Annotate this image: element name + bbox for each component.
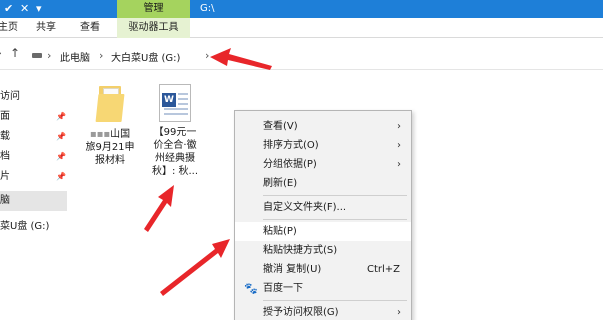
pin-icon: 📌 [56, 152, 66, 161]
breadcrumb-drive-g[interactable]: 大白菜U盘 (G:) [111, 49, 180, 64]
menu-item-sort-by[interactable]: 排序方式(O) › [235, 136, 411, 155]
address-bar[interactable]: › 此电脑 › 大白菜U盘 (G:) › [26, 44, 216, 66]
submenu-arrow-icon: › [397, 159, 401, 170]
navigation-pane: 访问 面 📌 载 📌 档 📌 片 📌 脑 菜U盘 (G:) [0, 71, 67, 320]
document-item[interactable]: W 【99元一 价全合·徽 州经典摄 秋】: 秋... [147, 84, 203, 178]
folder-icon [95, 84, 125, 124]
menu-item-label: 分组依据(P) [263, 159, 317, 170]
nav-item-label: 菜U盘 (G:) [0, 221, 50, 232]
breadcrumb-chevron-icon[interactable]: › [205, 49, 209, 62]
drive-icon [32, 53, 42, 58]
pin-icon: 📌 [56, 132, 66, 141]
nav-item-quick-access[interactable]: 访问 [0, 87, 67, 107]
quick-access-close-icon[interactable]: ✕ [20, 2, 29, 16]
menu-item-view[interactable]: 查看(V) › [235, 117, 411, 136]
folder-name-obscured: ▪▪▪ [89, 129, 111, 140]
nav-item-label: 档 [0, 151, 10, 162]
submenu-arrow-icon: › [397, 140, 401, 151]
menu-item-label: 查看(V) [263, 121, 298, 132]
up-arrow-icon[interactable]: ↑ [10, 46, 20, 60]
tab-home[interactable]: 主页 [0, 18, 18, 38]
nav-item-downloads[interactable]: 载 📌 [0, 127, 67, 147]
red-arrow-2 [144, 185, 174, 232]
menu-item-undo-copy[interactable]: 撤消 复制(U) Ctrl+Z [235, 260, 411, 279]
forward-arrow-icon[interactable]: › [0, 46, 2, 60]
submenu-arrow-icon: › [397, 121, 401, 132]
nav-item-drive-g[interactable]: 菜U盘 (G:) [0, 217, 67, 237]
breadcrumb-chevron-icon[interactable]: › [99, 49, 103, 62]
pin-icon: 📌 [56, 112, 66, 121]
menu-item-paste-shortcut[interactable]: 粘贴快捷方式(S) [235, 241, 411, 260]
menu-item-label: 自定义文件夹(F)... [263, 202, 347, 213]
window-title: G:\ [200, 3, 215, 14]
menu-item-label: 粘贴快捷方式(S) [263, 245, 338, 256]
folder-name: ▪▪▪山国 旅9月21申 报材料 [82, 128, 138, 167]
menu-separator [263, 195, 407, 196]
document-name: 【99元一 价全合·徽 州经典摄 秋】: 秋... [151, 127, 199, 177]
manage-contextual-tab[interactable]: 管理 [117, 0, 190, 18]
menu-separator [263, 300, 407, 301]
menu-item-label: 刷新(E) [263, 178, 298, 189]
baidu-paw-icon: 🐾 [244, 282, 258, 295]
title-bar: ✔ ✕ ▾ 管理 G:\ [0, 0, 603, 18]
red-arrow-3 [160, 239, 230, 296]
menu-item-label: 百度一下 [263, 283, 303, 294]
nav-item-label: 面 [0, 111, 10, 122]
tab-view[interactable]: 查看 [80, 18, 100, 38]
ribbon-tab-bar: 主页 共享 查看 驱动器工具 [0, 18, 603, 38]
address-row: › ↑ › 此电脑 › 大白菜U盘 (G:) › [0, 39, 603, 70]
word-document-icon: W [159, 84, 191, 122]
tab-share[interactable]: 共享 [36, 18, 56, 38]
menu-item-shortcut: Ctrl+Z [367, 264, 401, 275]
nav-item-this-pc[interactable]: 脑 [0, 191, 67, 211]
nav-item-label: 载 [0, 131, 10, 142]
tab-drive-tools[interactable]: 驱动器工具 [117, 18, 190, 38]
nav-item-desktop[interactable]: 面 📌 [0, 107, 67, 127]
breadcrumb-this-pc[interactable]: 此电脑 [60, 49, 90, 64]
menu-item-label: 粘贴(P) [263, 226, 297, 237]
menu-item-group-by[interactable]: 分组依据(P) › [235, 155, 411, 174]
folder-item[interactable]: ▪▪▪山国 旅9月21申 报材料 [82, 84, 138, 167]
breadcrumb-chevron-icon[interactable]: › [47, 49, 51, 62]
nav-item-pictures[interactable]: 片 📌 [0, 167, 67, 187]
quick-access-checkmark-icon[interactable]: ✔ [4, 2, 13, 16]
quick-access-dropdown-icon[interactable]: ▾ [36, 2, 42, 16]
menu-item-label: 撤消 复制(U) [263, 264, 322, 275]
menu-item-grant-access[interactable]: 授予访问权限(G) › [235, 303, 411, 320]
menu-item-label: 授予访问权限(G) [263, 307, 339, 318]
menu-separator [263, 219, 407, 220]
submenu-arrow-icon: › [397, 307, 401, 318]
nav-item-documents[interactable]: 档 📌 [0, 147, 67, 167]
nav-item-label: 访问 [0, 91, 20, 102]
context-menu: 查看(V) › 排序方式(O) › 分组依据(P) › 刷新(E) 自定义文件夹(F)… [234, 110, 412, 320]
menu-item-baidu[interactable]: 🐾 百度一下 [235, 279, 411, 298]
menu-item-label: 排序方式(O) [263, 140, 319, 151]
menu-item-customize-folder[interactable]: 自定义文件夹(F)... [235, 198, 411, 217]
nav-item-label: 脑 [0, 195, 10, 206]
pin-icon: 📌 [56, 172, 66, 181]
menu-item-paste[interactable]: 粘贴(P) [235, 222, 411, 241]
menu-item-refresh[interactable]: 刷新(E) [235, 174, 411, 193]
nav-item-label: 片 [0, 171, 10, 182]
